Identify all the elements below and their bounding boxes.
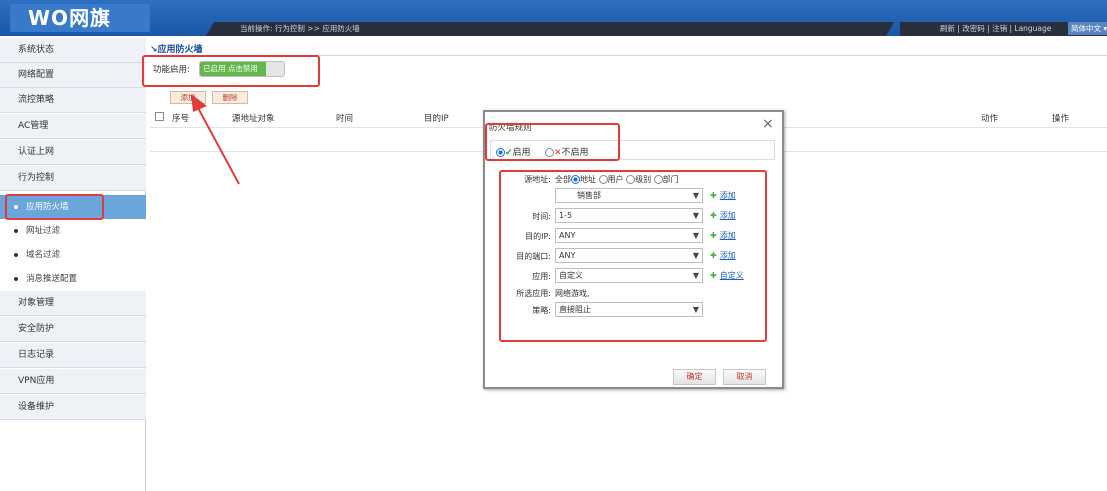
page-title-text: 应用防火墙 (157, 45, 203, 55)
bullet-icon (14, 276, 18, 281)
column-header-time: 时间 (336, 114, 354, 124)
column-header-action: 动作 (981, 114, 999, 124)
close-icon[interactable]: × (762, 116, 774, 132)
annotation-box-status (485, 123, 620, 161)
sidebar-item-security[interactable]: 安全防护 (0, 317, 146, 342)
language-value: 简体中文 (1071, 24, 1101, 33)
annotation-box-sidebar (5, 194, 104, 220)
sidebar-sub-url-filter[interactable]: 网址过滤 (0, 219, 146, 243)
annotation-box-toggle (142, 55, 320, 87)
breadcrumb: 当前操作: 行为控制 >> 应用防火墙 (240, 24, 360, 33)
sidebar-sub-message-push[interactable]: 消息推送配置 (0, 267, 146, 291)
sidebar-item-behavior[interactable]: 行为控制 (0, 166, 146, 191)
chevron-down-icon: ▾ (1103, 24, 1107, 33)
top-header: WO网旗 当前操作: 行为控制 >> 应用防火墙 刷新 | 改密码 | 注销 |… (0, 0, 1107, 36)
cancel-button[interactable]: 取消 (723, 369, 766, 385)
column-header-dest-ip: 目的IP (424, 114, 449, 124)
sidebar-item-ac[interactable]: AC管理 (0, 114, 146, 139)
page-title: ↘应用防火墙 (150, 42, 203, 55)
annotation-box-form (499, 170, 767, 342)
sidebar-item-maintenance[interactable]: 设备维护 (0, 395, 146, 420)
ok-button[interactable]: 确定 (673, 369, 716, 385)
sidebar-item-flow-control[interactable]: 流控策略 (0, 88, 146, 113)
sidebar-sub-domain-filter[interactable]: 域名过滤 (0, 243, 146, 267)
header-links[interactable]: 刷新 | 改密码 | 注销 | Language (940, 23, 1051, 34)
sidebar-item-logs[interactable]: 日志记录 (0, 343, 146, 368)
language-select[interactable]: 简体中文 ▾ (1068, 22, 1107, 35)
sidebar: 系统状态 网络配置 流控策略 AC管理 认证上网 行为控制 应用防火墙 网址过滤… (0, 38, 146, 491)
column-header-operation: 操作 (1052, 114, 1070, 124)
select-all-checkbox[interactable] (155, 112, 164, 121)
sidebar-sub-label: 域名过滤 (26, 250, 61, 260)
arrow-icon: ↘ (150, 45, 158, 55)
brand-logo: WO网旗 (10, 4, 150, 32)
sidebar-sub-label: 消息推送配置 (26, 274, 78, 284)
sidebar-item-auth[interactable]: 认证上网 (0, 140, 146, 165)
bullet-icon (14, 228, 18, 233)
sidebar-item-objects[interactable]: 对象管理 (0, 291, 146, 316)
annotation-arrow (191, 94, 240, 185)
sidebar-item-network[interactable]: 网络配置 (0, 63, 146, 88)
bullet-icon (14, 252, 18, 257)
sidebar-item-vpn[interactable]: VPN应用 (0, 369, 146, 394)
sidebar-sub-label: 网址过滤 (26, 226, 61, 236)
sidebar-item-system-status[interactable]: 系统状态 (0, 38, 146, 63)
